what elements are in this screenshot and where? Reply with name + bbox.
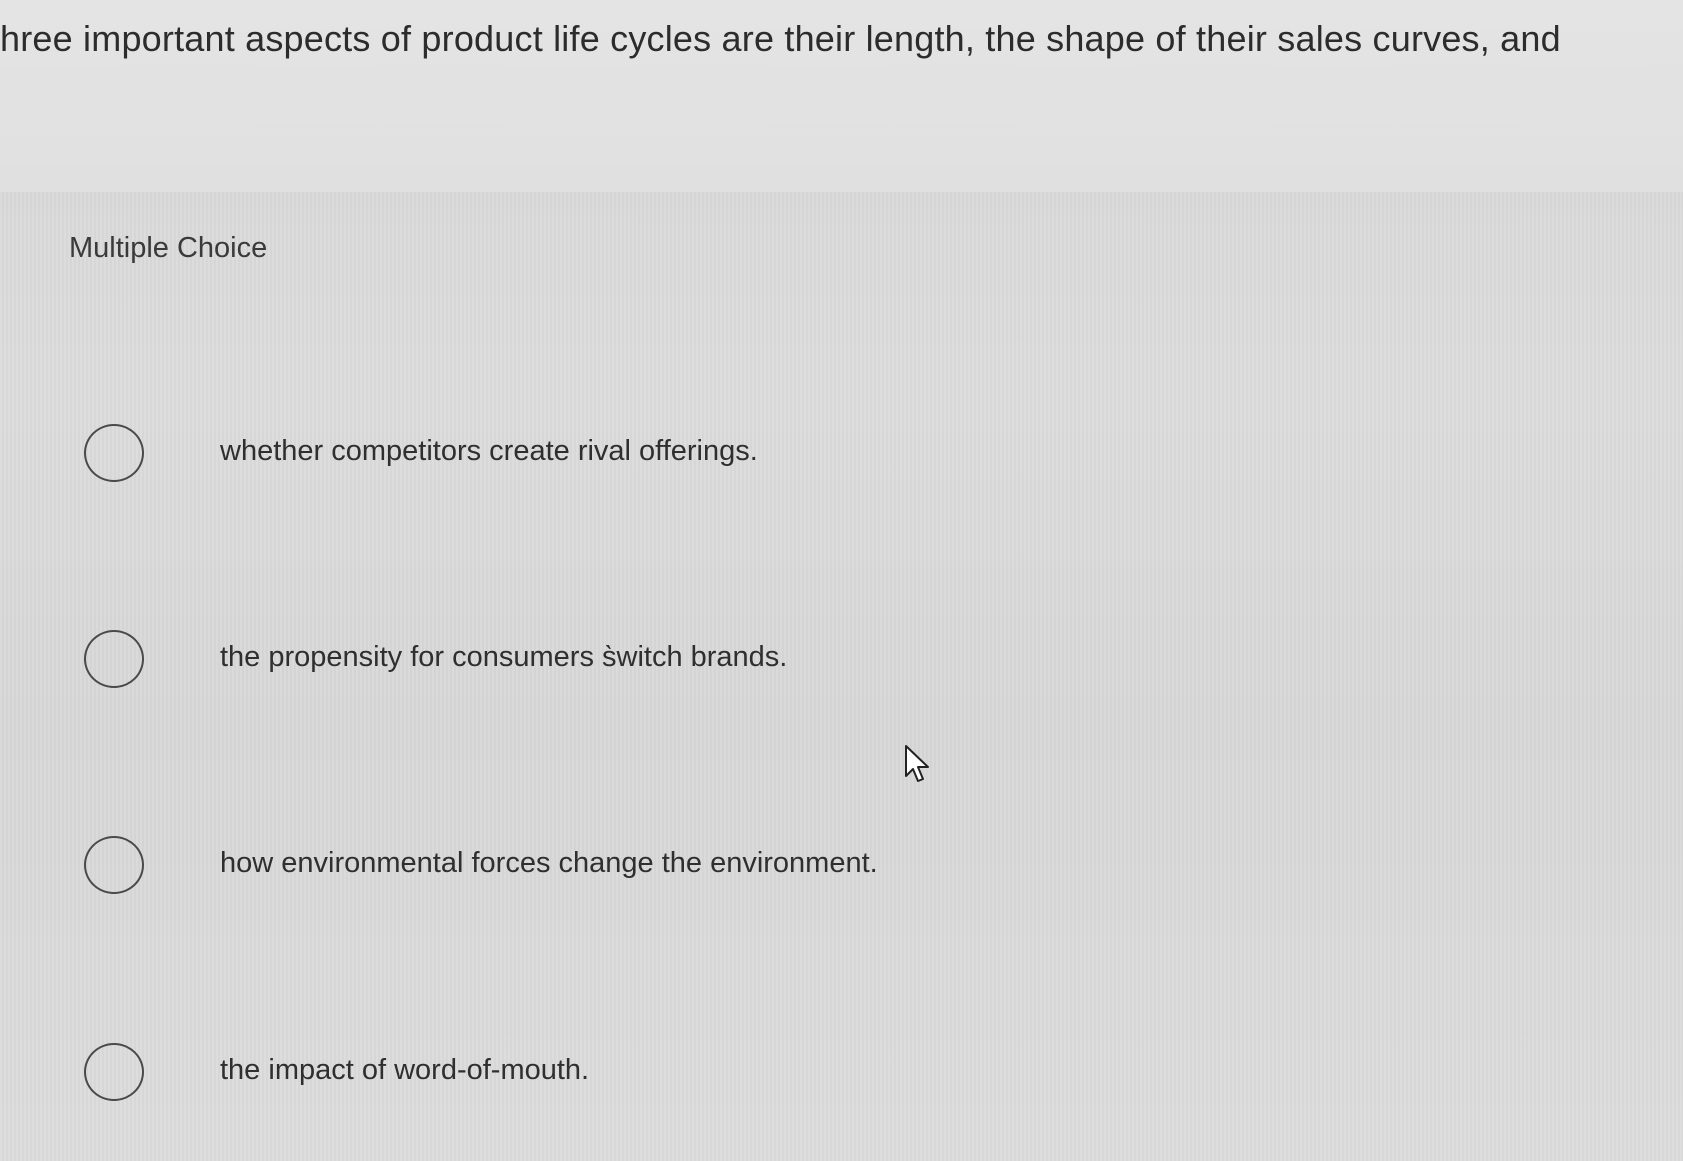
option-2[interactable]: the propensity for consumers s̀witch bra… [84, 630, 984, 700]
option-1[interactable]: whether competitors create rival offerin… [84, 424, 984, 494]
radio-unchecked-icon[interactable] [84, 1043, 144, 1101]
mouse-pointer-icon [905, 745, 929, 782]
question-area: hree important aspects of product life c… [0, 0, 1683, 192]
radio-unchecked-icon[interactable] [84, 836, 144, 894]
option-3[interactable]: how environmental forces change the envi… [84, 836, 984, 906]
multiple-choice-label: Multiple Choice [69, 232, 268, 264]
option-3-text: how environmental forces change the envi… [220, 847, 878, 879]
radio-unchecked-icon[interactable] [84, 630, 144, 688]
option-4[interactable]: the impact of word-of-mouth. [84, 1043, 984, 1113]
option-1-text: whether competitors create rival offerin… [220, 435, 758, 467]
radio-unchecked-icon[interactable] [84, 424, 144, 482]
question-text: hree important aspects of product life c… [0, 18, 1561, 59]
option-2-text: the propensity for consumers s̀witch bra… [220, 641, 788, 673]
option-4-text: the impact of word-of-mouth. [220, 1054, 590, 1086]
